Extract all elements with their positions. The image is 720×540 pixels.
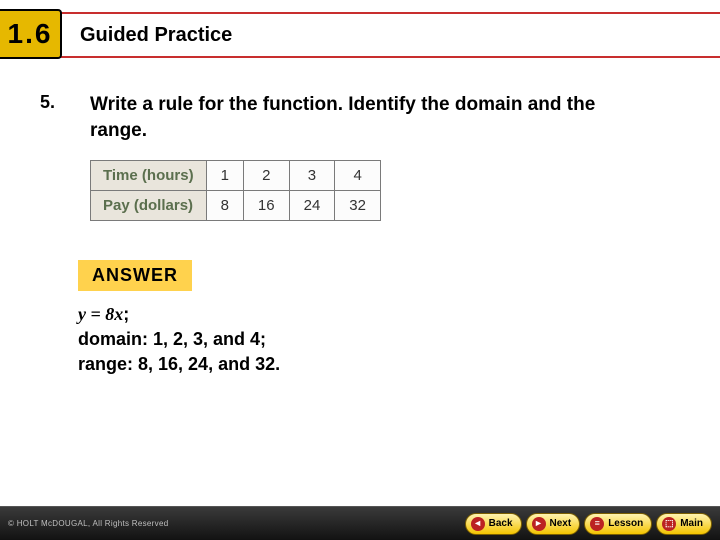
cell: 1 [206, 161, 243, 191]
copyright-text: © HOLT McDOUGAL, All Rights Reserved [8, 519, 461, 528]
data-table: Time (hours) 1 2 3 4 Pay (dollars) 8 16 … [90, 160, 381, 221]
back-label: Back [489, 518, 513, 529]
cell: 8 [206, 191, 243, 221]
cell: 32 [335, 191, 381, 221]
header-bar: 1.6 Guided Practice [0, 12, 720, 58]
table-row: Time (hours) 1 2 3 4 [91, 161, 381, 191]
row-header-pay: Pay (dollars) [91, 191, 207, 221]
question-prompt: Write a rule for the function. Identify … [90, 92, 650, 143]
answer-body: y = 8x; domain: 1, 2, 3, and 4; range: 8… [78, 302, 280, 378]
main-button[interactable]: ⬚ Main [656, 513, 712, 535]
lesson-button[interactable]: ≡ Lesson [584, 513, 652, 535]
answer-domain: domain: 1, 2, 3, and 4; [78, 329, 266, 349]
footer-bar: © HOLT McDOUGAL, All Rights Reserved ◄ B… [0, 506, 720, 540]
main-label: Main [680, 518, 703, 529]
answer-range: range: 8, 16, 24, and 32. [78, 354, 280, 374]
row-header-time: Time (hours) [91, 161, 207, 191]
cell: 16 [243, 191, 289, 221]
next-label: Next [550, 518, 572, 529]
cell: 2 [243, 161, 289, 191]
arrow-left-icon: ◄ [471, 517, 485, 531]
answer-rule: y = 8x; [78, 304, 129, 324]
question-number: 5. [40, 92, 55, 113]
slide: 1.6 Guided Practice 5. Write a rule for … [0, 0, 720, 506]
arrow-right-icon: ► [532, 517, 546, 531]
back-button[interactable]: ◄ Back [465, 513, 522, 535]
cell: 4 [335, 161, 381, 191]
section-badge: 1.6 [0, 9, 62, 59]
cell: 24 [289, 191, 335, 221]
cell: 3 [289, 161, 335, 191]
main-icon: ⬚ [662, 517, 676, 531]
table-row: Pay (dollars) 8 16 24 32 [91, 191, 381, 221]
lesson-icon: ≡ [590, 517, 604, 531]
next-button[interactable]: ► Next [526, 513, 581, 535]
lesson-label: Lesson [608, 518, 643, 529]
answer-label: ANSWER [78, 260, 192, 291]
header-title: Guided Practice [80, 24, 232, 47]
